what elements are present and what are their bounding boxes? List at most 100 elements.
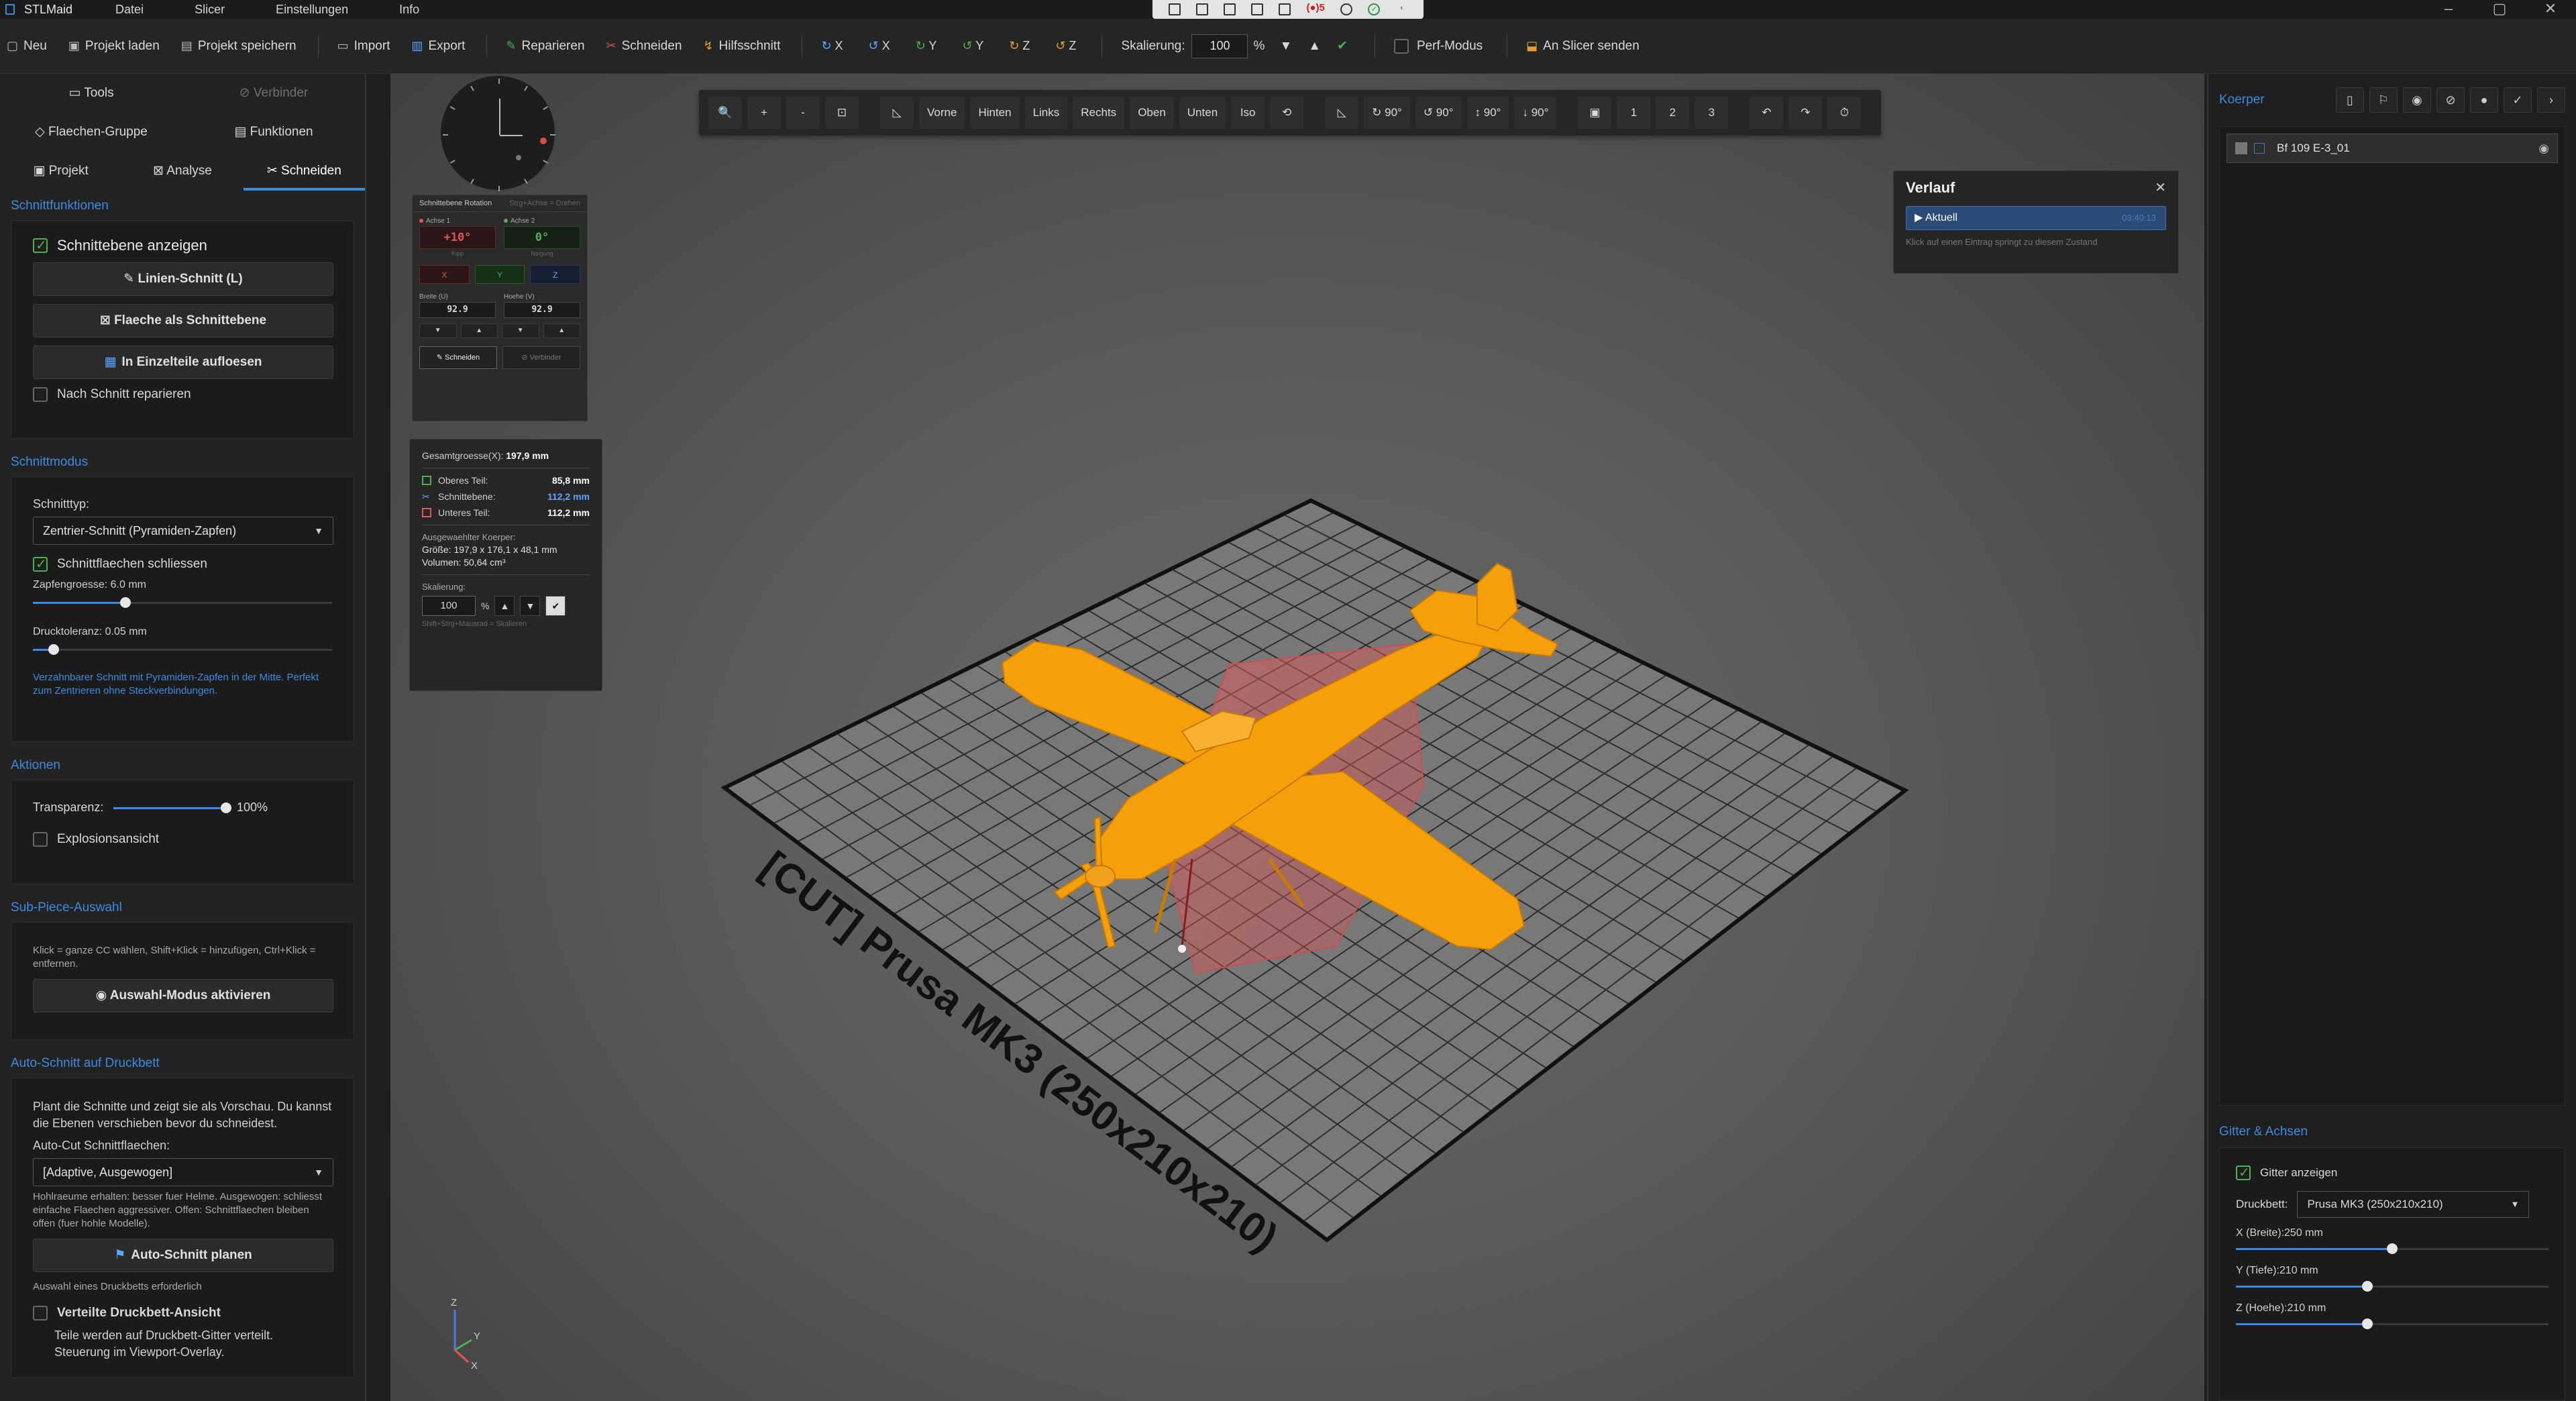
rotation-cut-button[interactable]: ✎ Schneiden (419, 346, 497, 369)
upload-icon[interactable] (1340, 3, 1353, 15)
rotate-y-ccw-button[interactable]: ↺ Y (962, 39, 983, 53)
camera-slot-3[interactable]: 3 (1695, 97, 1729, 129)
transparency-slider[interactable] (113, 801, 231, 815)
capture-region-icon[interactable] (1168, 3, 1181, 15)
split-parts-button[interactable]: ▦ In Einzelteile aufloesen (33, 346, 333, 379)
tab-project[interactable]: ▣ Projekt (0, 152, 121, 191)
scale-apply-icon[interactable]: ✔ (1337, 38, 1348, 54)
video-icon[interactable] (1195, 3, 1208, 15)
zoom-icon[interactable]: 🔍 (708, 97, 742, 129)
slider-knob[interactable] (221, 802, 231, 813)
send-to-slicer-button[interactable]: ⬓ An Slicer senden (1526, 39, 1640, 54)
rotate-z-cw-button[interactable]: ↻ Z (1009, 39, 1030, 53)
info-scale-input[interactable]: 100 (422, 596, 476, 616)
close-icon[interactable]: ✕ (2155, 179, 2166, 196)
scale-down-icon[interactable]: ▲ (1308, 39, 1321, 54)
menu-info[interactable]: Info (399, 3, 419, 17)
import-button[interactable]: ▭ Import (337, 39, 390, 54)
eye-icon[interactable]: ◉ (2403, 87, 2431, 113)
save-project-button[interactable]: ▤ Projekt speichern (181, 39, 297, 54)
rotate-z-ccw-button[interactable]: ↺ Z (1055, 39, 1076, 53)
y-size-slider[interactable] (2236, 1280, 2548, 1293)
scale-apply-icon[interactable]: ✔ (545, 596, 566, 616)
recording-count[interactable]: (●)5 (1306, 3, 1324, 15)
tab-analysis[interactable]: ⊠ Analyse (121, 152, 243, 191)
scale-input[interactable] (1191, 34, 1248, 58)
tolerance-slider[interactable] (33, 643, 332, 656)
scale-up-icon[interactable]: ▲ (494, 596, 515, 616)
rotate-cw-90-button[interactable]: ↻ 90° (1364, 97, 1410, 129)
repair-button[interactable]: ✎ Reparieren (506, 39, 584, 54)
width-down-icon[interactable]: ▼ (419, 323, 457, 338)
tab-face-group[interactable]: ◇ Flaechen-Gruppe (0, 113, 182, 152)
tab-tools[interactable]: ▭ Tools (0, 74, 182, 113)
tab-functions[interactable]: ▤ Funktionen (182, 113, 365, 152)
close-surfaces-row[interactable]: Schnittflaechen schliessen (33, 556, 332, 572)
list-item[interactable]: Bf 109 E-3_01 ◉ (2226, 134, 2558, 163)
visibility-icon[interactable]: ◉ (2538, 142, 2549, 156)
rotate-x-ccw-button[interactable]: ↺ X (868, 39, 890, 53)
zoom-in-button[interactable]: + (747, 97, 781, 129)
dot-icon[interactable]: ● (2470, 87, 2498, 113)
chevron-left-icon[interactable]: ‹ (1395, 3, 1407, 15)
history-entry-current[interactable]: ▶ Aktuell 03:40:13 (1906, 206, 2166, 230)
repair-after-checkbox[interactable] (33, 387, 48, 402)
perf-mode-checkbox[interactable] (1393, 38, 1409, 54)
confirm-icon[interactable]: ✓ (1368, 3, 1381, 15)
screen-share-icon[interactable] (1223, 3, 1236, 15)
menu-datei[interactable]: Datei (115, 3, 144, 17)
show-grid-checkbox[interactable] (2236, 1164, 2251, 1181)
cut-handle[interactable] (1178, 945, 1186, 953)
axis1-angle-field[interactable]: +10° (419, 226, 496, 249)
check-icon[interactable]: ✓ (2504, 87, 2532, 113)
axis-y-button[interactable]: Y (474, 265, 525, 284)
slider-knob[interactable] (2361, 1318, 2373, 1329)
show-plane-row[interactable]: Schnittebene anzeigen (33, 237, 332, 254)
width-up-icon[interactable]: ▲ (460, 323, 498, 338)
plane-height-field[interactable]: 92.9 (504, 302, 580, 318)
new-body-icon[interactable]: ▯ (2336, 87, 2364, 113)
height-up-icon[interactable]: ▲ (543, 323, 580, 338)
chevron-right-icon[interactable]: › (2537, 87, 2565, 113)
slider-knob[interactable] (2387, 1243, 2398, 1254)
show-grid-row[interactable]: Gitter anzeigen (2236, 1164, 2548, 1181)
load-project-button[interactable]: ▣ Projekt laden (68, 39, 160, 54)
cut-type-select[interactable]: Zentrier-Schnitt (Pyramiden-Zapfen) (33, 517, 333, 545)
flip-90-button[interactable]: ↕ 90° (1466, 97, 1509, 129)
measure-icon[interactable]: ◺ (1325, 97, 1359, 129)
height-down-icon[interactable]: ▼ (502, 323, 539, 338)
rotate-ccw-90-button[interactable]: ↺ 90° (1415, 97, 1462, 129)
slider-knob[interactable] (2361, 1281, 2373, 1292)
view-back-button[interactable]: Hinten (970, 97, 1020, 129)
repair-after-row[interactable]: Nach Schnitt reparieren (33, 387, 332, 402)
axis-x-button[interactable]: X (419, 265, 470, 284)
zoom-out-button[interactable]: - (786, 97, 820, 129)
z-size-slider[interactable] (2236, 1317, 2548, 1331)
scale-up-icon[interactable]: ▼ (1279, 39, 1292, 54)
rotate-y-cw-button[interactable]: ↻ Y (916, 39, 937, 53)
line-cut-button[interactable]: ✎ Linien-Schnitt (L) (33, 262, 333, 296)
x-size-slider[interactable] (2236, 1242, 2548, 1255)
helper-cut-button[interactable]: ↯ Hilfsschnitt (703, 39, 780, 54)
face-as-plane-button[interactable]: ⊠ Flaeche als Schnittebene (33, 304, 333, 338)
export-button[interactable]: ▥ Export (411, 39, 465, 54)
minimize-icon[interactable]: – (2423, 0, 2474, 19)
orientation-compass[interactable] (439, 74, 557, 192)
show-plane-checkbox[interactable] (33, 237, 48, 254)
rotate-x-cw-button[interactable]: ↻ X (821, 39, 843, 53)
camera-slot-1[interactable]: 1 (1617, 97, 1651, 129)
redo-button[interactable]: ↷ (1788, 97, 1823, 129)
slider-knob[interactable] (48, 644, 60, 655)
menu-einstellungen[interactable]: Einstellungen (276, 3, 348, 17)
tilt-90-button[interactable]: ↓ 90° (1514, 97, 1557, 129)
axis2-angle-field[interactable]: 0° (504, 226, 580, 249)
undo-button[interactable]: ↶ (1750, 97, 1784, 129)
new-button[interactable]: ▢ Neu (7, 39, 47, 54)
peg-size-slider[interactable] (33, 596, 332, 609)
close-surfaces-checkbox[interactable] (33, 556, 48, 572)
flag-icon[interactable]: ⚐ (2369, 87, 2398, 113)
view-front-button[interactable]: Vorne (919, 97, 965, 129)
view-right-button[interactable]: Rechts (1073, 97, 1125, 129)
tab-connector[interactable]: ⊘ Verbinder (182, 74, 365, 113)
scale-down-icon[interactable]: ▼ (520, 596, 541, 616)
